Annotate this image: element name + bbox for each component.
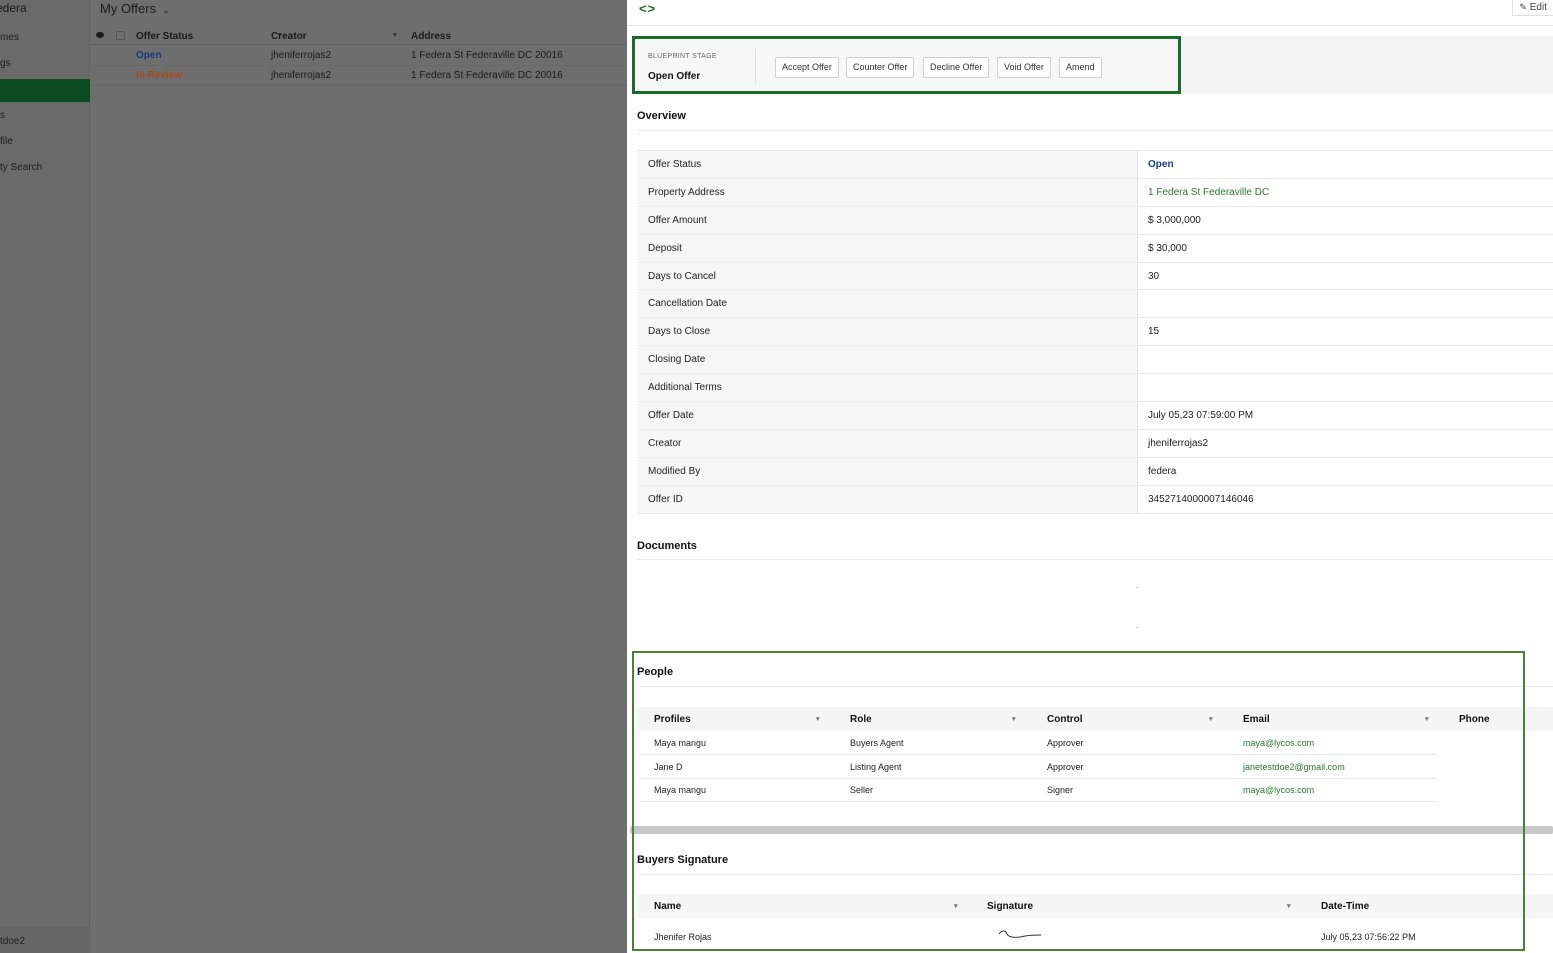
creator-cell: jheniferrojas2 <box>271 70 332 81</box>
list-row[interactable]: Open jheniferrojas2 1 Federa St Federavi… <box>90 46 627 66</box>
overview-row-days-to-cancel: Days to Cancel 30 <box>637 262 1553 291</box>
field-value: federa <box>1148 465 1177 477</box>
divider <box>637 559 1553 560</box>
blueprint-stage-label: BLUEPRINT STAGE <box>648 53 717 60</box>
overview-title: Overview <box>637 110 686 122</box>
overview-table: Offer Status Open Property Address 1 Feder… <box>637 150 1553 514</box>
field-label: Offer Amount <box>637 206 1138 234</box>
field-label: Deposit <box>637 234 1138 262</box>
overview-row-modified-by: Modified By federa <box>637 457 1553 486</box>
overview-row-deposit: Deposit $ 30,000 <box>637 234 1553 263</box>
overview-row-closing-date: Closing Date <box>637 346 1553 375</box>
counter-offer-button[interactable]: Counter Offer <box>846 57 915 78</box>
field-value: Open <box>1148 159 1174 170</box>
sidebar-item-profile[interactable]: file <box>0 136 90 150</box>
field-value: July 05,23 07:59:00 PM <box>1148 410 1254 422</box>
column-header-address[interactable]: Address <box>411 31 451 42</box>
field-value: $ 3,000,000 <box>1148 214 1201 226</box>
offer-detail-panel: <> ✎ Edit BLUEPRINT STAGE Open Offer Acce… <box>627 0 1553 953</box>
documents-title: Documents <box>637 540 697 552</box>
field-label: Modified By <box>637 457 1138 485</box>
sidebar-user[interactable]: tdoe2 <box>0 926 90 953</box>
sidebar-item-offers-active[interactable] <box>0 79 90 102</box>
decline-offer-button[interactable]: Decline Offer <box>923 57 990 78</box>
overview-row-offer-amount: Offer Amount $ 3,000,000 <box>637 206 1553 235</box>
people-signature-highlight <box>632 651 1525 951</box>
documents-empty-mark: - <box>1136 583 1139 592</box>
overview-row-property-address: Property Address 1 Federa St Federaville … <box>637 178 1553 207</box>
field-label: Additional Terms <box>637 374 1138 402</box>
overview-row-offer-id: Offer ID 3452714000007146046 <box>637 485 1553 514</box>
blueprint-stage: BLUEPRINT STAGE Open Offer Accept Offer … <box>632 36 1181 94</box>
detail-topbar: <> ✎ Edit <box>627 0 1553 26</box>
field-label: Days to Cancel <box>637 262 1138 290</box>
eye-icon[interactable] <box>96 32 104 38</box>
list-title-text: My Offers <box>100 1 157 16</box>
property-address-link[interactable]: 1 Federa St Federaville DC <box>1148 187 1269 198</box>
field-value: 3452714000007146046 <box>1148 493 1254 505</box>
sidebar-item-property-search[interactable]: ty Search <box>0 162 90 176</box>
field-label: Closing Date <box>637 346 1138 374</box>
brand-name: edera <box>0 1 27 15</box>
overview-row-creator: Creator jheniferrojas2 <box>637 429 1553 458</box>
field-value: 30 <box>1148 270 1160 282</box>
field-label: Days to Close <box>637 318 1138 346</box>
divider <box>755 49 756 85</box>
edit-label: Edit <box>1529 2 1547 13</box>
code-brackets-icon[interactable]: <> <box>639 1 656 16</box>
blueprint-stage-value: Open Offer <box>648 71 701 82</box>
field-value: $ 30,000 <box>1148 242 1187 254</box>
field-label: Cancellation Date <box>637 290 1138 318</box>
sidebar: edera mes gs s file ty Search tdoe2 <box>0 0 90 953</box>
list-row[interactable]: In Review jheniferrojas2 1 Federa St Fed… <box>90 66 627 86</box>
field-label: Offer Status <box>637 151 1138 178</box>
pencil-icon: ✎ <box>1519 2 1527 12</box>
field-value: jheniferrojas2 <box>1148 437 1209 449</box>
select-all-checkbox[interactable] <box>116 31 125 40</box>
field-label: Offer ID <box>637 485 1138 513</box>
field-value: 15 <box>1148 326 1160 338</box>
offers-list-panel: My Offers ⌄ Offer Status ▾ Creator ▾ Addres… <box>90 0 627 953</box>
overview-row-offer-status: Offer Status Open <box>637 151 1553 179</box>
address-cell: 1 Federa St Federaville DC 20016 <box>411 50 563 61</box>
amend-button[interactable]: Amend <box>1059 57 1102 78</box>
sidebar-item-homes[interactable]: mes <box>0 32 90 46</box>
overview-row-offer-date: Offer Date July 05,23 07:59:00 PM <box>637 402 1553 430</box>
overview-row-additional-terms: Additional Terms <box>637 374 1553 403</box>
documents-empty-mark: - <box>1136 623 1139 632</box>
chevron-down-icon[interactable]: ⌄ <box>162 5 170 15</box>
accept-offer-button[interactable]: Accept Offer <box>775 57 839 78</box>
void-offer-button[interactable]: Void Offer <box>997 57 1051 78</box>
offer-status-cell: In Review <box>136 70 183 81</box>
address-cell: 1 Federa St Federaville DC 20016 <box>411 70 563 81</box>
sidebar-item-4[interactable]: s <box>0 110 90 124</box>
overview-row-cancellation-date: Cancellation Date <box>637 290 1553 319</box>
sidebar-item-listings[interactable]: gs <box>0 58 90 72</box>
sort-icon[interactable]: ▾ <box>393 31 397 39</box>
offer-status-cell: Open <box>136 50 162 61</box>
overview-row-days-to-close: Days to Close 15 <box>637 318 1553 347</box>
field-label: Offer Date <box>637 402 1138 429</box>
list-title[interactable]: My Offers ⌄ <box>100 1 170 16</box>
divider <box>637 130 1553 131</box>
field-label: Property Address <box>637 178 1138 206</box>
creator-cell: jheniferrojas2 <box>271 50 332 61</box>
column-header-offer-status[interactable]: Offer Status ▾ <box>136 31 281 42</box>
field-label: Creator <box>637 429 1138 457</box>
column-header-creator[interactable]: Creator ▾ <box>271 31 397 42</box>
edit-button[interactable]: ✎ Edit <box>1512 0 1553 16</box>
list-header-row: Offer Status ▾ Creator ▾ Address <box>90 28 627 45</box>
